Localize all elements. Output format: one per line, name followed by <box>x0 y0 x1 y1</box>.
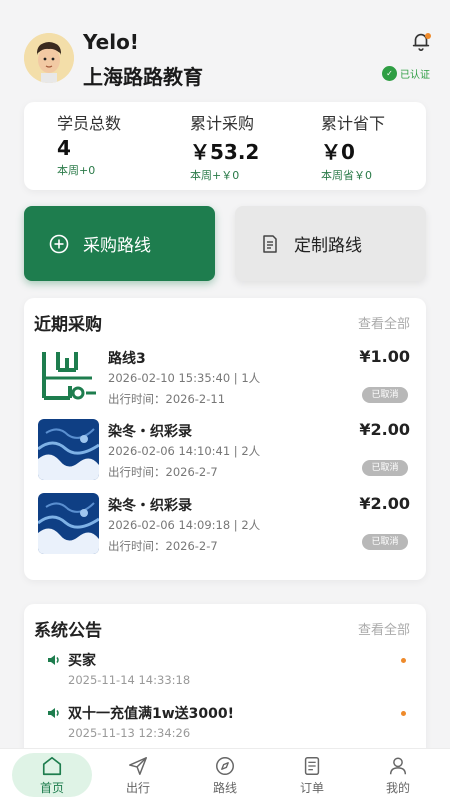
tab-routes[interactable]: 路线 <box>185 753 265 797</box>
document-icon <box>263 234 277 253</box>
stat-value: ￥0 <box>321 140 355 164</box>
purchase-route-button[interactable]: 采购路线 <box>24 206 215 281</box>
notice-title: 双十一充值满1w送3000! <box>68 706 235 722</box>
tab-label: 出行 <box>125 781 150 795</box>
verified-label: 已认证 <box>400 70 430 81</box>
bottom-tab-bar: 首页 出行 路线 订单 我的 <box>0 748 450 800</box>
system-notice-title: 系统公告 <box>34 621 102 641</box>
purchase-item[interactable]: 染冬・织彩录 2026-02-06 14:09:18 | 2人 出行时间：202… <box>38 493 410 557</box>
custom-route-button[interactable]: 定制路线 <box>235 206 426 281</box>
system-notice-card: 系统公告 查看全部 买家 2025-11-14 14:33:18 双十一充值满1… <box>24 604 426 764</box>
stat-sub: 本周+0 <box>57 164 96 177</box>
purchase-price: ¥2.00 <box>359 494 410 513</box>
user-icon <box>389 757 407 775</box>
list-icon <box>304 757 320 775</box>
stat-label: 累计采购 <box>190 114 255 133</box>
purchase-meta: 2026-02-06 14:10:41 | 2人 <box>108 444 261 458</box>
tab-orders[interactable]: 订单 <box>272 753 352 797</box>
plus-circle-icon <box>49 234 69 253</box>
organization-name: 上海路路教育 <box>83 65 203 89</box>
status-badge: 已取消 <box>362 387 408 403</box>
notice-time: 2025-11-13 12:34:26 <box>68 726 191 740</box>
stat-saved: 累计省下 ￥0 本周省￥0 <box>321 110 385 183</box>
avatar[interactable] <box>24 33 74 83</box>
tab-label: 订单 <box>299 781 324 795</box>
tab-label: 我的 <box>385 781 410 795</box>
stats-card: 学员总数 4 本周+0 累计采购 ￥53.2 本周+￥0 累计省下 ￥0 本周省… <box>24 102 426 190</box>
tab-home[interactable]: 首页 <box>12 753 92 797</box>
speaker-icon <box>48 708 59 718</box>
verified-icon: ✓ <box>382 66 397 81</box>
tab-label: 路线 <box>212 781 237 795</box>
purchase-name: 染冬・织彩录 <box>108 498 192 514</box>
unread-dot <box>401 711 406 716</box>
recent-view-all-link[interactable]: 查看全部 <box>358 313 410 332</box>
header: Yelo! 上海路路教育 ✓ 已认证 <box>0 0 450 100</box>
recent-purchases-title: 近期采购 <box>34 315 102 335</box>
stat-purchase: 累计采购 ￥53.2 本周+￥0 <box>190 110 259 183</box>
notice-title: 买家 <box>68 653 96 669</box>
compass-icon <box>216 757 234 775</box>
purchase-travel-date: 出行时间：2026-2-7 <box>108 539 218 553</box>
notice-view-all-link[interactable]: 查看全部 <box>358 619 410 638</box>
status-badge: 已取消 <box>362 534 408 550</box>
purchase-name: 染冬・织彩录 <box>108 424 192 440</box>
recent-purchases-card: 近期采购 查看全部 路线3 2026-02-10 15:35:40 | 1人 出… <box>24 298 426 580</box>
speaker-icon <box>48 655 59 665</box>
stat-label: 累计省下 <box>321 114 386 133</box>
custom-route-label: 定制路线 <box>294 236 362 256</box>
tab-profile[interactable]: 我的 <box>358 753 438 797</box>
tab-travel[interactable]: 出行 <box>98 753 178 797</box>
tab-label: 首页 <box>39 781 64 795</box>
notification-dot <box>425 33 431 39</box>
purchase-name: 路线3 <box>108 351 146 367</box>
purchase-meta: 2026-02-10 15:35:40 | 1人 <box>108 371 261 385</box>
stat-label: 学员总数 <box>57 114 122 133</box>
send-icon <box>129 757 147 775</box>
stat-sub: 本周+￥0 <box>190 169 240 182</box>
purchase-meta: 2026-02-06 14:09:18 | 2人 <box>108 518 261 532</box>
home-icon <box>42 756 62 776</box>
verified-badge: ✓ 已认证 <box>382 66 430 81</box>
blue-art-thumb <box>38 419 99 480</box>
route-logo-thumb <box>38 346 99 407</box>
stat-value: 4 <box>57 136 71 160</box>
stat-value: ￥53.2 <box>190 140 260 164</box>
greeting: Yelo! <box>83 30 139 54</box>
purchase-price: ¥1.00 <box>359 347 410 366</box>
purchase-price: ¥2.00 <box>359 420 410 439</box>
stat-sub: 本周省￥0 <box>321 169 372 182</box>
unread-dot <box>401 658 406 663</box>
purchase-travel-date: 出行时间：2026-2-7 <box>108 465 218 479</box>
notice-time: 2025-11-14 14:33:18 <box>68 673 191 687</box>
purchase-travel-date: 出行时间：2026-2-11 <box>108 392 226 406</box>
purchase-item[interactable]: 染冬・织彩录 2026-02-06 14:10:41 | 2人 出行时间：202… <box>38 419 410 483</box>
purchase-item[interactable]: 路线3 2026-02-10 15:35:40 | 1人 出行时间：2026-2… <box>38 346 410 410</box>
blue-art-thumb <box>38 493 99 554</box>
purchase-route-label: 采购路线 <box>83 236 151 256</box>
stat-students: 学员总数 4 本周+0 <box>57 110 121 178</box>
status-badge: 已取消 <box>362 460 408 476</box>
